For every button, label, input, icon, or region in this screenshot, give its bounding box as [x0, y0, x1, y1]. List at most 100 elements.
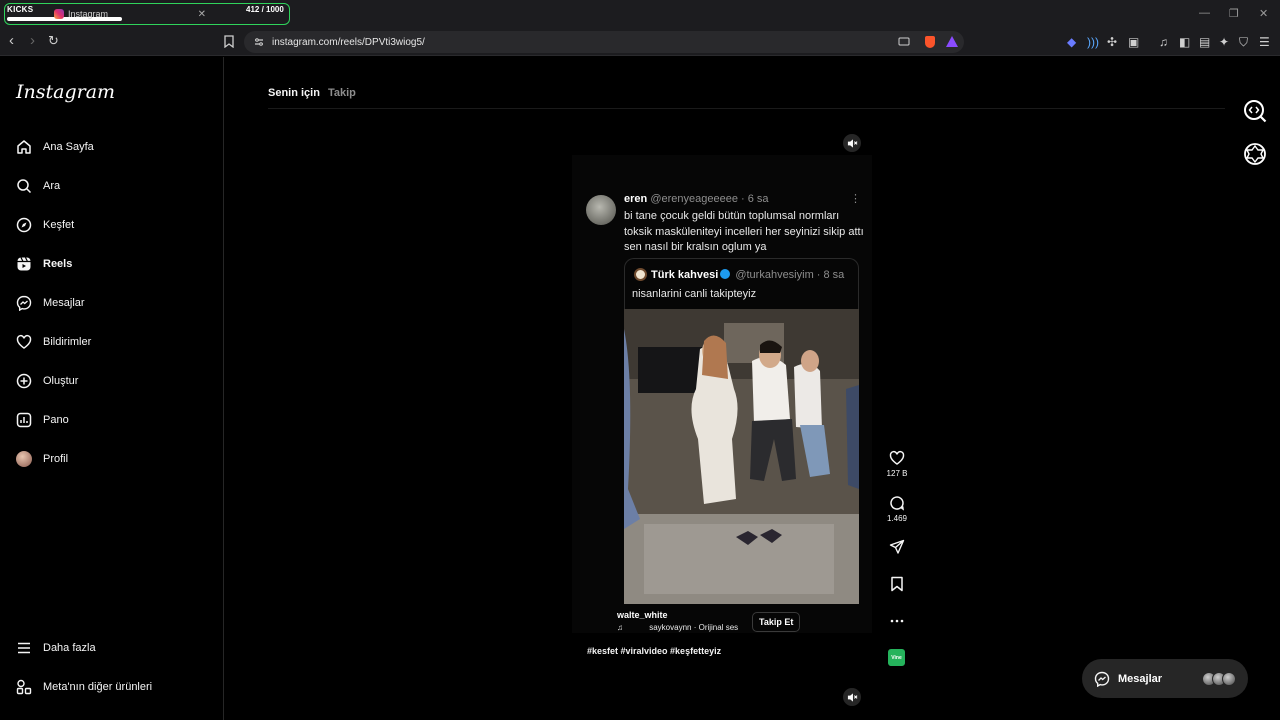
- screenshot-icon[interactable]: ▣: [1128, 35, 1139, 49]
- tweet-avatar: [586, 195, 616, 225]
- quoted-tweet: [624, 258, 859, 310]
- meta-apps-icon: [16, 679, 32, 695]
- mute-button[interactable]: [843, 134, 861, 152]
- plus-square-icon: [16, 373, 32, 389]
- extensions-icon[interactable]: ✣: [1107, 35, 1117, 49]
- muted-speaker-icon: [847, 692, 857, 702]
- home-icon: [17, 140, 31, 154]
- bookmark-icon: [891, 576, 903, 592]
- sidebar-item-search[interactable]: Ara: [16, 176, 60, 196]
- sidebar-item-create[interactable]: Oluştur: [16, 371, 78, 391]
- sidebar-item-label: Keşfet: [43, 219, 75, 231]
- mute-button-next[interactable]: [843, 688, 861, 706]
- audio-thumbnail[interactable]: Vine: [888, 649, 905, 666]
- minimize-icon[interactable]: —: [1199, 7, 1210, 19]
- feed-tabs: Senin için Takip: [268, 87, 356, 99]
- sidebar-item-dashboard[interactable]: Pano: [16, 410, 69, 430]
- sidebar-item-messages[interactable]: Mesajlar: [16, 293, 85, 313]
- leo-ai-icon[interactable]: ✦: [1219, 35, 1229, 49]
- sidebar-item-label: Reels: [43, 258, 73, 270]
- bookmark-page-icon[interactable]: [224, 35, 234, 48]
- sidebar-toggle-icon[interactable]: ◧: [1179, 35, 1190, 49]
- comment-button[interactable]: 1.469: [884, 495, 910, 523]
- messages-bubble[interactable]: Mesajlar: [1082, 659, 1248, 698]
- back-icon[interactable]: ‹: [9, 33, 14, 49]
- tweet-text: bi tane çocuk geldi bütün toplumsal norm…: [624, 210, 864, 253]
- follow-button[interactable]: Takip Et: [752, 612, 801, 632]
- tab-instagram[interactable]: Instagram ✕: [48, 5, 212, 23]
- sidebar-meta-label: Meta'nın diğer ürünleri: [43, 681, 153, 693]
- reel-username[interactable]: walte_white: [617, 610, 668, 620]
- heart-icon: [889, 450, 905, 465]
- tab-following[interactable]: Takip: [328, 87, 356, 99]
- sidebar-item-label: Ana Sayfa: [43, 141, 94, 153]
- tweet-handle: @erenyeageeeee · 6 sa: [650, 193, 769, 205]
- tab-for-you[interactable]: Senin için: [268, 87, 320, 99]
- sidebar-more[interactable]: Daha fazla: [16, 638, 96, 658]
- divider: [268, 108, 1225, 109]
- sidebar-item-label: Oluştur: [43, 375, 79, 387]
- save-button[interactable]: [884, 576, 910, 592]
- sidebar-item-explore[interactable]: Keşfet: [16, 215, 74, 235]
- close-icon[interactable]: ✕: [198, 9, 206, 20]
- search-icon: [17, 179, 32, 194]
- messenger-icon: [1094, 671, 1110, 687]
- vpn-shield-icon[interactable]: ⛉: [1239, 35, 1248, 50]
- reel-audio[interactable]: ♫ saykovaynn · Orijinal ses: [617, 623, 738, 632]
- reel-audio-label: saykovaynn · Orijinal ses: [649, 623, 739, 632]
- sidebar-item-label: Profil: [43, 453, 69, 465]
- menu-icon[interactable]: ☰: [1259, 35, 1270, 49]
- ai-assistant-icon[interactable]: [1243, 142, 1267, 166]
- site-settings-icon[interactable]: [254, 37, 264, 47]
- overlay-brand: KICKS: [7, 5, 34, 14]
- comment-count: 1.469: [886, 514, 908, 523]
- sidebar-more-label: Daha fazla: [43, 642, 96, 654]
- messages-label: Mesajlar: [1118, 672, 1163, 685]
- like-button[interactable]: 127 B: [884, 450, 910, 478]
- sidebar-item-label: Pano: [43, 414, 69, 426]
- sidebar-item-home[interactable]: Ana Sayfa: [16, 137, 94, 157]
- instagram-icon: [54, 9, 64, 19]
- maximize-icon[interactable]: ❐: [1229, 7, 1239, 20]
- heart-icon: [16, 334, 32, 349]
- sidebar-item-label: Ara: [43, 180, 61, 192]
- music-note-icon: ♫: [617, 623, 623, 632]
- sidebar-meta-products[interactable]: Meta'nın diğer ürünleri: [16, 677, 152, 697]
- tweet-author: eren: [624, 193, 648, 205]
- scrollbar[interactable]: [1270, 57, 1280, 720]
- lens-search-icon[interactable]: [1243, 99, 1267, 123]
- window-close-icon[interactable]: ✕: [1259, 7, 1268, 20]
- wallet-icon[interactable]: ▤: [1199, 35, 1210, 49]
- tab-title: Instagram: [68, 9, 109, 19]
- media-icon[interactable]: ♫: [1159, 35, 1168, 49]
- like-count: 127 B: [886, 469, 908, 478]
- tweet-header: eren @erenyeageeeee · 6 sa: [624, 193, 769, 205]
- forward-icon[interactable]: ›: [30, 33, 35, 49]
- overlay-counter: 412 / 1000: [246, 5, 284, 14]
- reel-video-frame[interactable]: [624, 309, 859, 604]
- more-options-button[interactable]: [884, 613, 910, 629]
- messenger-icon: [16, 295, 32, 311]
- url-text: instagram.com/reels/DPVti3wiog5/: [272, 36, 425, 48]
- comment-icon: [890, 496, 904, 511]
- address-bar[interactable]: instagram.com/reels/DPVti3wiog5/: [244, 31, 964, 53]
- extension-vpn-icon[interactable]: ◆: [1067, 35, 1076, 49]
- avatar: [16, 451, 32, 467]
- brave-shields-icon[interactable]: [925, 36, 935, 48]
- reel-hashtags[interactable]: #kesfet #viralvideo #keşfetteyiz: [587, 646, 721, 656]
- sidebar-item-label: Mesajlar: [43, 297, 85, 309]
- cast-icon[interactable]: [898, 37, 910, 47]
- instagram-logo[interactable]: Instagram: [16, 81, 115, 103]
- ellipsis-icon: [890, 619, 904, 623]
- reload-icon[interactable]: ↻: [48, 33, 59, 49]
- share-button[interactable]: [884, 539, 910, 555]
- send-icon: [889, 539, 905, 554]
- sidebar-item-notifications[interactable]: Bildirimler: [16, 332, 91, 352]
- reels-icon: [17, 257, 31, 271]
- quote-handle: @turkahvesiyim · 8 sa: [735, 269, 845, 281]
- brave-rewards-icon[interactable]: [946, 36, 958, 47]
- sidebar-item-reels[interactable]: Reels: [16, 254, 72, 274]
- verified-badge-icon: [720, 269, 731, 279]
- extension-audio-icon[interactable]: ))): [1087, 35, 1099, 49]
- sidebar-item-profile[interactable]: Profil: [16, 449, 68, 469]
